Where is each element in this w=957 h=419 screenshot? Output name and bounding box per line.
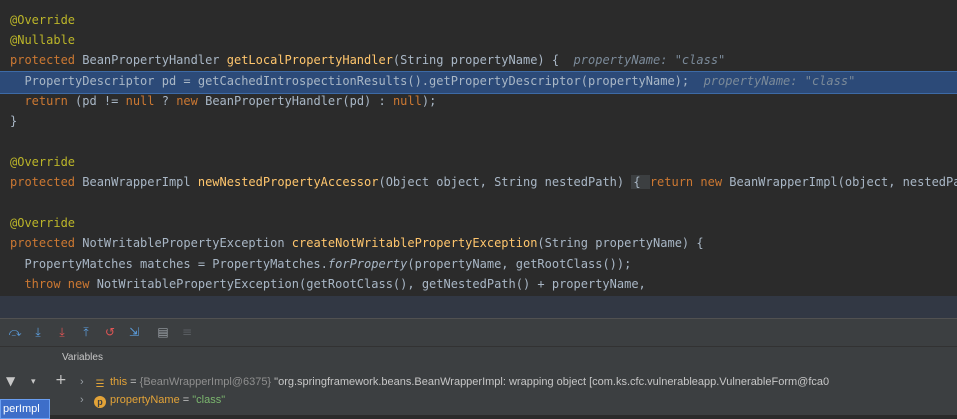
code-line-11: @Override [10,216,76,230]
run-to-cursor-icon[interactable]: ⇲ [125,324,143,340]
debugger-toolbar: ⤼ ⤓ ⤓ ⤒ ↺ ⇲ ▤ ≡ [0,318,957,347]
variable-row-this[interactable]: › ☰ this = {BeanWrapperImpl@6375} "org.spr… [80,373,829,391]
step-into-icon[interactable]: ⤓ [29,324,47,340]
object-icon: ☰ [95,379,105,390]
trace-icon[interactable]: ≡ [178,324,196,340]
code-line-8: @Override [10,155,76,169]
inline-debug-hint: propertyName: "class" [703,74,856,88]
step-over-icon[interactable]: ⤼ [6,324,24,340]
folded-code-region: { [631,175,650,189]
code-line-4-highlighted: PropertyDescriptor pd = getCachedIntrosp… [10,74,856,88]
step-out-icon[interactable]: ⤒ [77,324,95,340]
filter-icon[interactable]: ▼ [6,374,15,388]
code-line-14: throw new NotWritablePropertyException(g… [10,277,646,291]
add-watch-icon[interactable]: + [55,372,67,388]
code-line-6: } [10,114,18,128]
code-editor[interactable]: @Override @Nullable protected BeanProper… [0,0,957,318]
code-line-5: return (pd != null ? new BeanPropertyHan… [10,94,437,108]
code-line-13: PropertyMatches matches = PropertyMatche… [10,257,632,271]
code-line-9: protected BeanWrapperImpl newNestedPrope… [10,175,957,189]
code-line-3: protected BeanPropertyHandler getLocalPr… [10,53,726,67]
variables-panel: Variables ▼ ▾ + perImpl › ☰ this = {BeanWr… [0,346,957,419]
force-step-into-icon[interactable]: ⤓ [53,324,71,340]
chevron-down-icon[interactable]: ▾ [31,377,36,387]
variables-title: Variables [62,352,103,363]
drop-frame-icon[interactable]: ↺ [101,324,119,340]
expand-arrow-icon[interactable]: › [80,373,94,391]
expand-arrow-icon[interactable]: › [80,391,94,409]
code-line-12: protected NotWritablePropertyException c… [10,236,704,250]
frame-tab[interactable]: perImpl [0,399,50,419]
inline-debug-hint: propertyName: "class" [573,53,726,67]
caret-line-highlight [0,296,957,318]
parameter-icon: p [94,396,106,408]
variable-row-propertyName[interactable]: › p propertyName = "class" [80,391,225,409]
code-line-2: @Nullable [10,33,76,47]
evaluate-icon[interactable]: ▤ [154,324,172,340]
code-line-1: @Override [10,13,76,27]
